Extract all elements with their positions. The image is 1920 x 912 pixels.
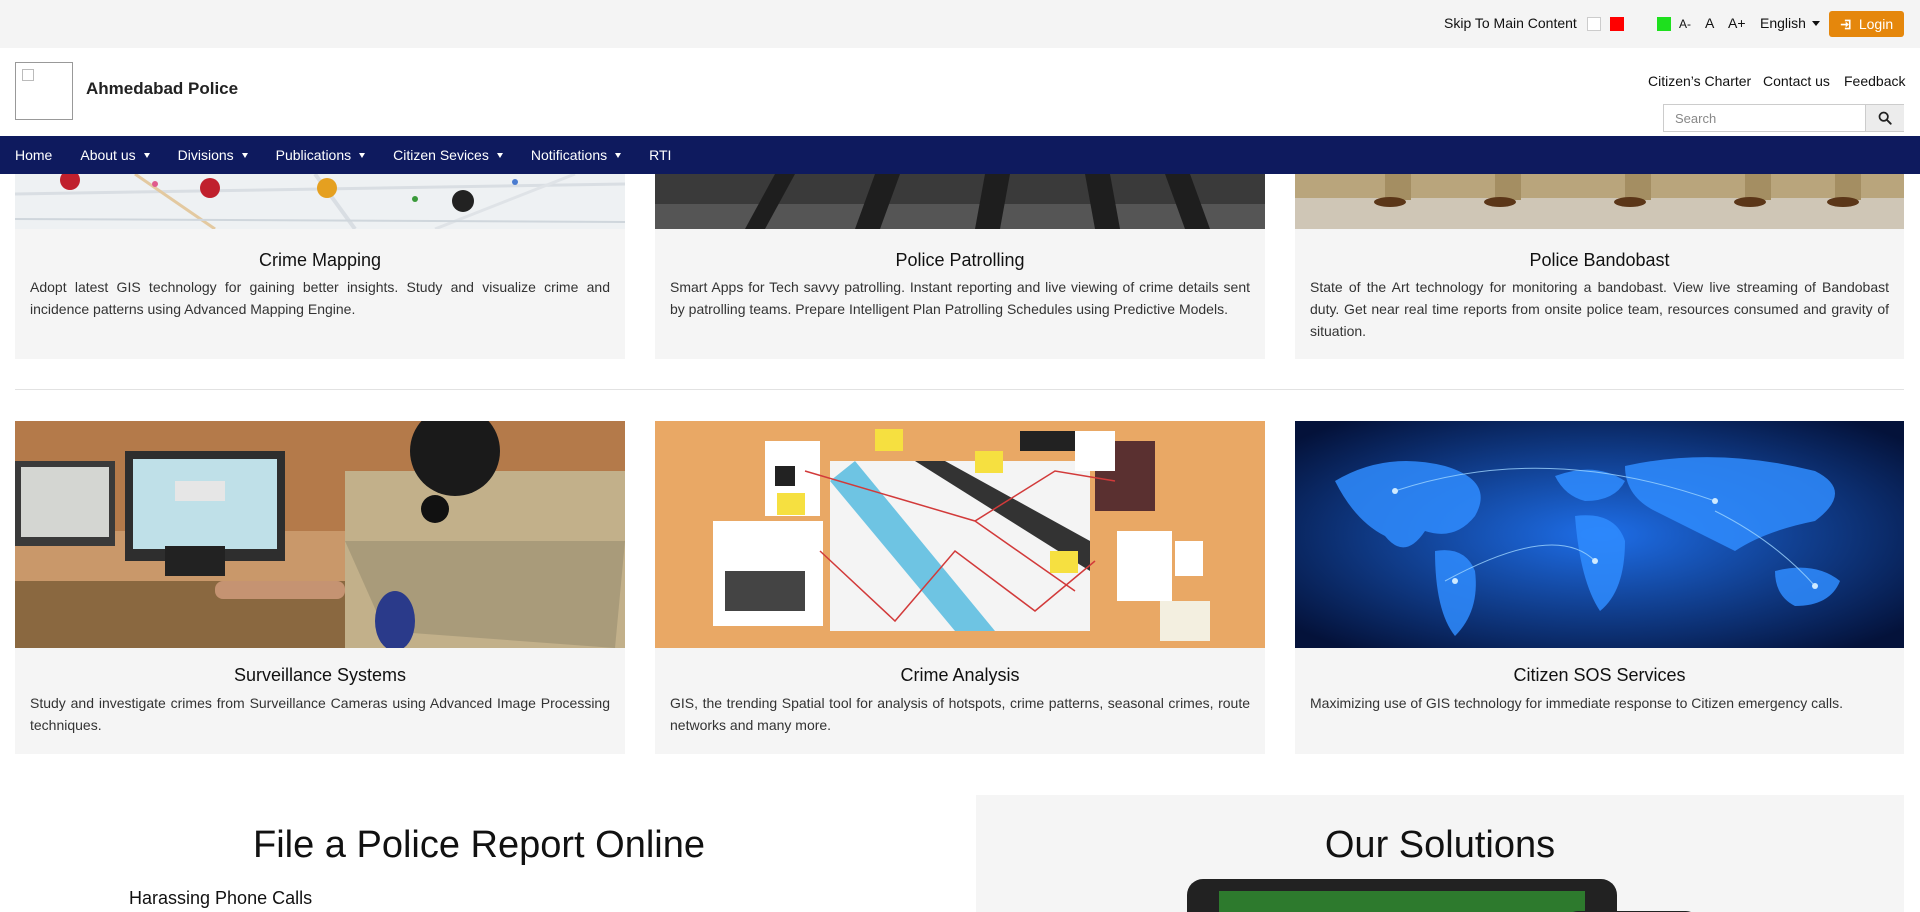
skip-to-main-link[interactable]: Skip To Main Content <box>1444 15 1577 31</box>
sign-in-icon <box>1840 19 1851 29</box>
report-item-harassing-calls[interactable]: Harassing Phone Calls <box>129 888 312 909</box>
card-crime-analysis[interactable]: Crime Analysis GIS, the trending Spatial… <box>655 421 1265 754</box>
search-input[interactable] <box>1664 105 1865 131</box>
nav-label: About us <box>80 147 136 163</box>
nav-label: Divisions <box>177 147 234 163</box>
card-title: Citizen SOS Services <box>1513 665 1686 685</box>
language-dropdown[interactable]: English <box>1760 15 1820 31</box>
caret-down-icon <box>1811 21 1820 26</box>
surveillance-operator-illustration <box>15 421 625 648</box>
nav-label: Home <box>15 147 53 163</box>
login-button[interactable]: Login <box>1829 11 1904 37</box>
evidence-board-illustration <box>655 421 1265 648</box>
language-label: English <box>1760 15 1806 31</box>
police-feet-illustration <box>1295 174 1904 229</box>
feedback-link[interactable]: Feedback <box>1844 73 1905 89</box>
card-surveillance-systems[interactable]: Surveillance Systems Study and investiga… <box>15 421 625 754</box>
report-section-title: File a Police Report Online <box>253 824 705 866</box>
card-title: Crime Analysis <box>900 665 1020 685</box>
theme-red-swatch[interactable] <box>1610 17 1624 31</box>
caret-down-icon <box>143 152 150 158</box>
font-normal-button[interactable]: A <box>1705 15 1714 31</box>
search-button[interactable] <box>1865 105 1904 131</box>
card-police-patrolling[interactable]: Police Patrolling Smart Apps for Tech sa… <box>655 174 1265 359</box>
caret-down-icon <box>359 152 366 158</box>
nav-item-notifications[interactable]: Notifications <box>530 147 622 163</box>
crime-mapping-image <box>15 174 625 229</box>
caret-down-icon <box>241 152 248 158</box>
patrol-shadows-illustration <box>655 174 1265 229</box>
card-description: Smart Apps for Tech savvy patrolling. In… <box>670 279 1250 317</box>
caret-down-icon <box>496 152 503 158</box>
contact-us-link[interactable]: Contact us <box>1763 73 1830 89</box>
card-description: Maximizing use of GIS technology for imm… <box>1310 695 1844 711</box>
card-title: Crime Mapping <box>258 250 382 270</box>
nav-item-publications[interactable]: Publications <box>276 147 366 163</box>
nav-item-rti[interactable]: RTI <box>649 147 671 163</box>
site-header: Ahmedabad Police Citizen’s Charter Conta… <box>0 48 1920 136</box>
caret-down-icon <box>615 152 622 158</box>
police-patrolling-image <box>655 174 1265 229</box>
app-header-bar <box>1219 891 1585 912</box>
surveillance-image <box>15 421 625 648</box>
theme-white-swatch[interactable] <box>1587 17 1601 31</box>
card-description: State of the Art technology for monitori… <box>1310 279 1889 339</box>
tablet-screen <box>1219 891 1585 912</box>
citizens-charter-link[interactable]: Citizen’s Charter <box>1648 73 1751 89</box>
card-citizen-sos[interactable]: Citizen SOS Services Maximizing use of G… <box>1295 421 1904 754</box>
nav-label: Publications <box>275 147 352 163</box>
nav-item-divisions[interactable]: Divisions <box>178 147 248 163</box>
broken-image-icon <box>22 69 34 81</box>
search-box <box>1663 104 1904 132</box>
card-description: Adopt latest GIS technology for gaining … <box>30 279 610 317</box>
card-description: Study and investigate crimes from Survei… <box>30 695 610 733</box>
nav-item-home[interactable]: Home <box>15 147 52 163</box>
theme-green-swatch[interactable] <box>1657 17 1671 31</box>
world-map-illustration <box>1295 421 1904 648</box>
card-crime-mapping[interactable]: Crime Mapping Adopt latest GIS technolog… <box>15 174 625 359</box>
site-name[interactable]: Ahmedabad Police <box>86 79 238 99</box>
card-police-bandobast[interactable]: Police Bandobast State of the Art techno… <box>1295 174 1904 359</box>
card-description: GIS, the trending Spatial tool for analy… <box>670 695 1250 733</box>
section-divider <box>15 389 1904 390</box>
nav-item-citizen-services[interactable]: Citizen Sevices <box>393 147 503 163</box>
crime-analysis-image <box>655 421 1265 648</box>
citizen-sos-image <box>1295 421 1904 648</box>
site-logo[interactable] <box>15 62 73 120</box>
utility-bar: Skip To Main Content A- A A+ English Log… <box>0 0 1920 48</box>
login-label: Login <box>1858 16 1894 32</box>
card-title: Police Patrolling <box>895 250 1025 270</box>
font-decrease-button[interactable]: A- <box>1679 17 1691 31</box>
nav-item-about[interactable]: About us <box>80 147 150 163</box>
nav-label: Notifications <box>530 147 608 163</box>
card-title: Police Bandobast <box>1529 250 1670 270</box>
nav-label: RTI <box>649 147 672 163</box>
font-increase-button[interactable]: A+ <box>1728 15 1746 31</box>
search-icon <box>1878 111 1892 125</box>
solutions-section: Our Solutions <box>976 795 1904 912</box>
solutions-title: Our Solutions <box>1324 824 1556 866</box>
nav-label: Citizen Sevices <box>393 147 489 163</box>
map-illustration <box>15 174 625 229</box>
tablet-device-image <box>1187 879 1617 912</box>
main-nav: Home About us Divisions Publications Cit… <box>0 136 1920 174</box>
card-title: Surveillance Systems <box>233 665 407 685</box>
police-bandobast-image <box>1295 174 1904 229</box>
